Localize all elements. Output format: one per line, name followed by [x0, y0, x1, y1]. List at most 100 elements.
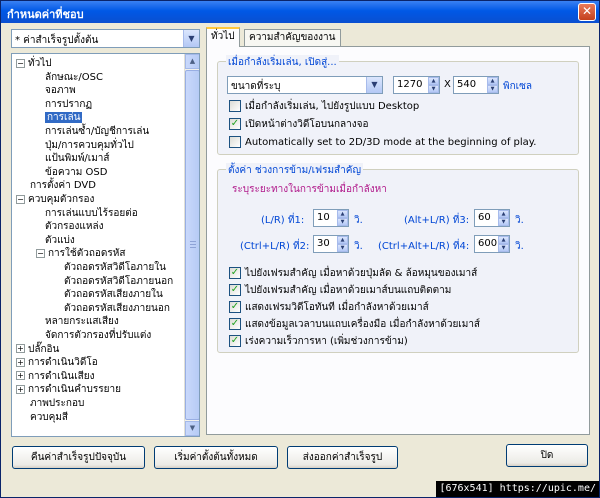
scroll-up-icon[interactable]: ▲	[185, 54, 199, 69]
check-icon[interactable]: ✓	[229, 301, 241, 313]
collapse-icon[interactable]: −	[16, 58, 25, 68]
tree-item-label: ตัวแบ่ง	[45, 234, 75, 246]
tree-item-label: ควบคุมตัวกรอง	[28, 194, 95, 205]
tree-item-label: การใช้ตัวถอดรหัส	[48, 248, 126, 260]
seek-spinner-3[interactable]: ▲ ▼	[498, 210, 509, 226]
check-icon[interactable]: ✓	[229, 118, 241, 130]
center-window-checkbox[interactable]: ✓ เปิดหน้าต่างวิดีโอบนกลางจอ	[229, 118, 369, 132]
export-preset-button[interactable]: ส่งออกค่าสำเร็จรูป	[287, 446, 398, 469]
expand-icon[interactable]: +	[16, 384, 25, 394]
tree-item-label: ทั่วไป	[28, 58, 52, 69]
tree-item-label: การดำเนินวิดีโอ	[28, 357, 98, 369]
tree-item[interactable]: ตัวถอดรหัสวิดีโอภายนอก	[64, 275, 173, 289]
collapse-icon[interactable]: −	[16, 194, 25, 204]
tree-item[interactable]: การเล่นซ้ำ/บัญชีการเล่น	[45, 125, 149, 139]
tree-item[interactable]: ภาพประกอบ	[30, 397, 84, 411]
check-icon[interactable]: ✓	[229, 335, 241, 347]
close-icon[interactable]: ✕	[578, 3, 596, 21]
tree-item[interactable]: จอภาพ	[45, 84, 76, 98]
desktop-mode-checkbox[interactable]: เมื่อกำลังเริ่มเล่น, ไปยังรูปแบบ Desktop	[229, 100, 419, 114]
tree-item[interactable]: + การดำเนินวิดีโอ	[16, 356, 98, 370]
tree-item[interactable]: การตั้งค่า DVD	[30, 179, 96, 193]
width-spinner[interactable]: ▲ ▼	[428, 77, 439, 93]
category-tree[interactable]: ควบคุมสี ภาพประกอบ + การดำเนินคำบรรยาย + การด…	[11, 53, 200, 437]
seek-label-2: (Ctrl+L/R) ที่2:	[240, 241, 310, 252]
tree-item[interactable]: − การใช้ตัวถอดรหัส	[36, 247, 125, 261]
check-icon[interactable]: ✓	[229, 284, 241, 296]
scroll-grip	[190, 247, 196, 248]
tree-item[interactable]: จัดการตัวกรองที่ปรับแต่ง	[45, 329, 151, 343]
check-icon[interactable]: ✓	[229, 318, 241, 330]
window-title: กำหนดค่าที่ชอบ	[7, 8, 84, 21]
tree-item[interactable]: ตัวถอดรหัสวิดีโอภายใน	[64, 261, 166, 275]
checkbox-label: เร่งความเร็วการหา (เพิ่มช่วงการข้าม)	[245, 336, 408, 347]
seek-spinner-1[interactable]: ▲ ▼	[337, 210, 348, 226]
checkbox-box[interactable]	[229, 100, 241, 112]
seek-unit-3: วิ.	[515, 215, 524, 226]
scroll-down-icon[interactable]: ▼	[185, 421, 199, 436]
tree-item[interactable]: การปรากฏ	[45, 98, 92, 112]
seek-field-2[interactable]: 30 ▲ ▼	[313, 235, 349, 253]
tree-item[interactable]: ควบคุมสี	[30, 411, 68, 425]
checkbox-label: แสดงเฟรมวิดีโอทันที เมื่อกำลังหาด้วยเมาส…	[245, 302, 429, 313]
seek-field-4[interactable]: 600 ▲ ▼	[474, 235, 510, 253]
pixel-unit-label: พิกเซล	[503, 81, 532, 92]
preset-select[interactable]: * ค่าสำเร็จรูปตั้งต้น ▼	[11, 29, 200, 48]
tree-item[interactable]: ตัวแบ่ง	[45, 234, 75, 248]
chevron-down-icon[interactable]: ▼	[183, 30, 199, 47]
seek-spinner-4[interactable]: ▲ ▼	[498, 236, 509, 252]
checkbox-box[interactable]	[229, 136, 241, 148]
tree-scrollbar[interactable]: ▲ ▼	[184, 54, 199, 436]
seek-label-1: (L/R) ที่1:	[261, 215, 305, 226]
close-button[interactable]: ปิด	[506, 444, 588, 467]
tree-item[interactable]: + การดำเนินคำบรรยาย	[16, 383, 121, 397]
check-icon[interactable]: ✓	[229, 267, 241, 279]
tree-item[interactable]: หลายกระแสเสียง	[45, 315, 119, 329]
tree-item[interactable]: − ควบคุมตัวกรอง	[16, 193, 94, 207]
expand-icon[interactable]: +	[16, 371, 25, 381]
expand-icon[interactable]: +	[16, 344, 25, 354]
seek-spinner-2[interactable]: ▲ ▼	[337, 236, 348, 252]
seek-field-3[interactable]: 60 ▲ ▼	[474, 209, 510, 227]
collapse-icon[interactable]: −	[36, 248, 45, 258]
tree-item-label: จัดการตัวกรองที่ปรับแต่ง	[45, 330, 152, 341]
accelerate-seek-checkbox[interactable]: ✓ เร่งความเร็วการหา (เพิ่มช่วงการข้าม)	[229, 335, 408, 349]
tree-item[interactable]: ลักษณะ/OSC	[45, 71, 103, 85]
tree-item[interactable]: ข้อความ OSD	[45, 166, 107, 180]
tree-item[interactable]: + ปลั๊กอิน	[16, 343, 59, 357]
tree-item-label: การเล่นแบบไร้รอยต่อ	[45, 207, 138, 219]
tree-item-label: ปุ่ม/การควบคุมทั่วไป	[45, 139, 134, 151]
height-spinner[interactable]: ▲ ▼	[487, 77, 498, 93]
seek-value-4: 600	[478, 238, 498, 249]
restore-preset-button[interactable]: คืนค่าสำเร็จรูปปัจจุบัน	[12, 446, 145, 469]
show-frame-checkbox[interactable]: ✓ แสดงเฟรมวิดีโอทันที เมื่อกำลังหาด้วยเมา…	[229, 301, 429, 315]
scroll-thumb[interactable]	[185, 70, 199, 420]
tree-item-label: จอภาพ	[45, 85, 76, 97]
title-bar[interactable]: กำหนดค่าที่ชอบ ✕	[1, 1, 599, 23]
times-label: X	[444, 79, 451, 90]
reset-all-button[interactable]: เริ่มค่าตั้งต้นทั้งหมด	[154, 446, 278, 469]
tree-item[interactable]: การเล่นแบบไร้รอยต่อ	[45, 207, 138, 221]
tree-item[interactable]: − ทั่วไป	[16, 57, 52, 71]
tree-item[interactable]: แป้นพิมพ์/เมาส์	[45, 152, 110, 166]
time-tooltip-checkbox[interactable]: ✓ แสดงข้อมูลเวลาบนแถบเครื่องมือ เมื่อกำลั…	[229, 318, 480, 332]
tree-item[interactable]: + การดำเนินเสียง	[16, 370, 95, 384]
width-field[interactable]: 1270 ▲ ▼	[393, 76, 440, 94]
tree-item[interactable]: ตัวถอดรหัสเสียงภายนอก	[64, 302, 170, 316]
tree-item[interactable]: การเล่น	[45, 111, 83, 125]
auto-3d-checkbox[interactable]: Automatically set to 2D/3D mode at the b…	[229, 136, 536, 150]
expand-icon[interactable]: +	[16, 357, 25, 367]
tree-item-label: การตั้งค่า DVD	[30, 180, 96, 192]
keyframe-trackbar-checkbox[interactable]: ✓ ไปยังเฟรมสำคัญ เมื่อหาด้วยเมาส์บนแถบติด…	[229, 284, 451, 298]
height-field[interactable]: 540 ▲ ▼	[453, 76, 499, 94]
tree-item[interactable]: ตัวถอดรหัสเสียงภายใน	[64, 288, 163, 302]
tab-general[interactable]: ทั่วไป	[206, 27, 240, 47]
size-mode-select[interactable]: ขนาดที่ระบุ ▼	[227, 76, 383, 94]
keyframe-hotkey-checkbox[interactable]: ✓ ไปยังเฟรมสำคัญ เมื่อหาด้วยปุ่มลัด & ล้อ…	[229, 267, 477, 281]
chevron-down-icon[interactable]: ▼	[366, 77, 382, 93]
tab-priority[interactable]: ความสำคัญของงาน	[244, 29, 341, 47]
seek-unit-4: วิ.	[515, 241, 524, 252]
tree-item[interactable]: ปุ่ม/การควบคุมทั่วไป	[45, 139, 134, 153]
seek-field-1[interactable]: 10 ▲ ▼	[313, 209, 349, 227]
tree-item[interactable]: ตัวกรองแหล่ง	[45, 220, 103, 234]
